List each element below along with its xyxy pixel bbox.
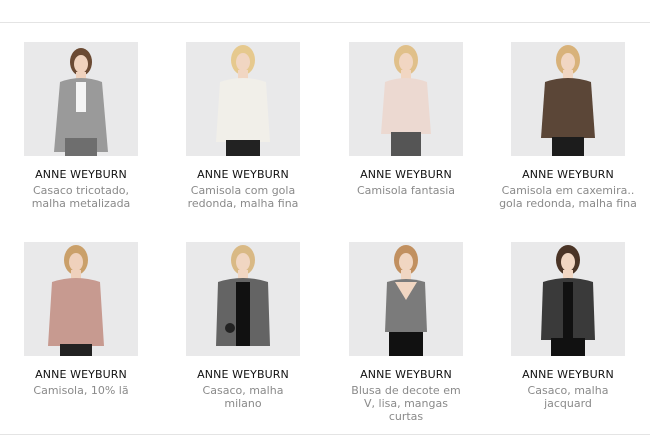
product-title[interactable]: Casaco, malha jacquard <box>509 384 627 410</box>
model-figure-icon <box>48 245 104 356</box>
product-title[interactable]: Casaco tricotado, malha metalizada <box>22 184 140 210</box>
model-figure-icon <box>216 45 270 156</box>
product-title[interactable]: Camisola, 10% lã <box>22 384 140 397</box>
model-figure-icon <box>54 48 108 156</box>
product-title[interactable]: Camisola em caxemira.. gola redonda, mal… <box>498 184 638 210</box>
product-brand[interactable]: ANNE WEYBURN <box>325 368 487 381</box>
product-image[interactable] <box>186 242 300 356</box>
product-brand[interactable]: ANNE WEYBURN <box>487 168 649 181</box>
model-figure-icon <box>216 245 270 346</box>
top-divider <box>0 22 650 23</box>
product-row: ANNE WEYBURN Camisola, 10% lã ANNE WEYBU… <box>0 242 650 442</box>
product-image[interactable] <box>24 242 138 356</box>
product-card[interactable]: ANNE WEYBURN Casaco tricotado, malha met… <box>0 42 162 210</box>
product-title[interactable]: Blusa de decote em V, lisa, mangas curta… <box>347 384 465 423</box>
product-image[interactable] <box>349 42 463 156</box>
product-row: ANNE WEYBURN Casaco tricotado, malha met… <box>0 42 650 242</box>
product-card[interactable]: ANNE WEYBURN Camisola fantasia <box>325 42 487 197</box>
model-figure-icon <box>541 245 595 356</box>
product-card[interactable]: ANNE WEYBURN Camisola com gola redonda, … <box>162 42 324 210</box>
product-grid: ANNE WEYBURN Casaco tricotado, malha met… <box>0 42 650 442</box>
product-brand[interactable]: ANNE WEYBURN <box>0 368 162 381</box>
product-image[interactable] <box>511 242 625 356</box>
product-image[interactable] <box>511 42 625 156</box>
product-brand[interactable]: ANNE WEYBURN <box>162 168 324 181</box>
product-title[interactable]: Casaco, malha milano <box>184 384 302 410</box>
product-brand[interactable]: ANNE WEYBURN <box>0 168 162 181</box>
product-brand[interactable]: ANNE WEYBURN <box>162 368 324 381</box>
product-card[interactable]: ANNE WEYBURN Casaco, malha milano <box>162 242 324 410</box>
model-figure-icon <box>381 45 431 156</box>
product-card[interactable]: ANNE WEYBURN Casaco, malha jacquard <box>487 242 649 410</box>
product-image[interactable] <box>349 242 463 356</box>
product-card[interactable]: ANNE WEYBURN Camisola, 10% lã <box>0 242 162 397</box>
product-card[interactable]: ANNE WEYBURN Blusa de decote em V, lisa,… <box>325 242 487 423</box>
product-image[interactable] <box>186 42 300 156</box>
product-brand[interactable]: ANNE WEYBURN <box>325 168 487 181</box>
product-title[interactable]: Camisola fantasia <box>347 184 465 197</box>
product-image[interactable] <box>24 42 138 156</box>
product-card[interactable]: ANNE WEYBURN Camisola em caxemira.. gola… <box>487 42 649 210</box>
model-figure-icon <box>541 45 595 156</box>
product-brand[interactable]: ANNE WEYBURN <box>487 368 649 381</box>
product-title[interactable]: Camisola com gola redonda, malha fina <box>184 184 302 210</box>
model-figure-icon <box>385 245 427 356</box>
